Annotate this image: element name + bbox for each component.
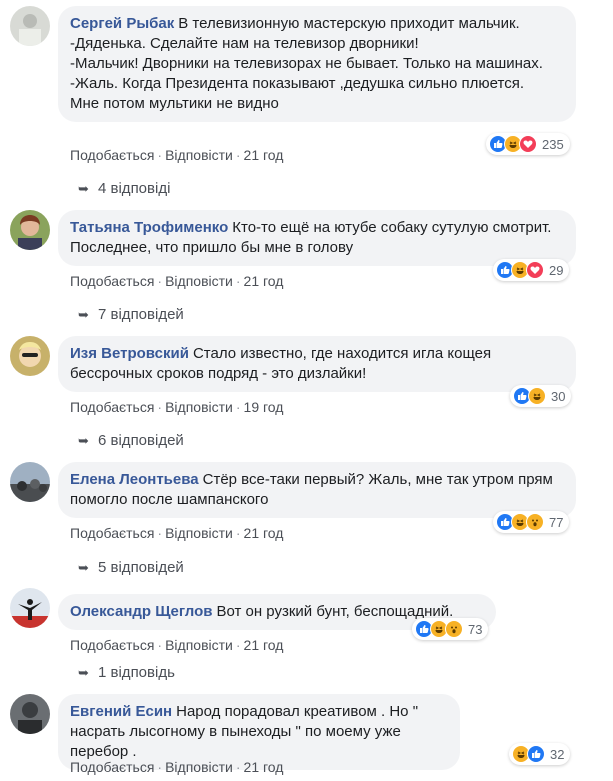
like-link[interactable]: Подобається <box>70 759 154 775</box>
timestamp[interactable]: 21 год <box>244 759 284 775</box>
avatar[interactable] <box>10 210 50 250</box>
comment-author[interactable]: Олександр Щеглов <box>70 603 212 620</box>
reply-link[interactable]: Відповісти <box>165 147 233 163</box>
comment-actions: Подобається · Відповісти · 21 год <box>70 636 283 654</box>
reaction-count: 29 <box>549 262 564 278</box>
comment-actions: Подобається · Відповісти · 21 год <box>70 146 283 164</box>
wow-reaction-icon <box>526 513 544 531</box>
comment-author[interactable]: Татьяна Трофименко <box>70 219 228 236</box>
comment-actions: Подобається · Відповісти · 21 год <box>70 758 283 776</box>
view-replies-link[interactable]: ➥ 4 відповіді <box>78 179 170 199</box>
reaction-count: 73 <box>468 621 483 637</box>
replies-count-label[interactable]: 4 відповіді <box>98 180 170 197</box>
comment-author[interactable]: Елена Леонтьева <box>70 471 199 488</box>
separator: · <box>235 637 241 653</box>
separator: · <box>157 273 163 289</box>
timestamp[interactable]: 21 год <box>244 637 284 653</box>
comment-bubble: Елена Леонтьева Стёр все-таки первый? Жал… <box>58 462 576 518</box>
like-link[interactable]: Подобається <box>70 637 154 653</box>
reaction-count: 235 <box>542 136 564 152</box>
view-replies-link[interactable]: ➥ 7 відповідей <box>78 305 184 325</box>
separator: · <box>157 147 163 163</box>
reaction-count: 32 <box>550 746 565 762</box>
comment-actions: Подобається · Відповісти · 21 год <box>70 524 283 542</box>
reply-arrow-icon: ➥ <box>78 181 89 196</box>
timestamp[interactable]: 19 год <box>244 399 284 415</box>
reply-arrow-icon: ➥ <box>78 665 89 680</box>
reaction-summary[interactable]: 32 <box>509 743 571 765</box>
reply-link[interactable]: Відповісти <box>165 525 233 541</box>
comment-bubble: Изя Ветровский Стало известно, где находи… <box>58 336 576 392</box>
timestamp[interactable]: 21 год <box>244 525 284 541</box>
separator: · <box>157 399 163 415</box>
timestamp[interactable]: 21 год <box>244 147 284 163</box>
like-reaction-icon <box>527 745 545 763</box>
separator: · <box>157 637 163 653</box>
love-reaction-icon <box>519 135 537 153</box>
reaction-summary[interactable]: 73 <box>412 618 489 640</box>
replies-count-label[interactable]: 5 відповідей <box>98 559 184 576</box>
avatar[interactable] <box>10 336 50 376</box>
reply-link[interactable]: Відповісти <box>165 759 233 775</box>
reply-arrow-icon: ➥ <box>78 307 89 322</box>
reply-link[interactable]: Відповісти <box>165 637 233 653</box>
haha-reaction-icon <box>528 387 546 405</box>
replies-count-label[interactable]: 1 відповідь <box>98 664 175 681</box>
separator: · <box>235 525 241 541</box>
view-replies-link[interactable]: ➥ 6 відповідей <box>78 431 184 451</box>
reply-arrow-icon: ➥ <box>78 560 89 575</box>
view-replies-link[interactable]: ➥ 5 відповідей <box>78 558 184 578</box>
separator: · <box>235 147 241 163</box>
reaction-summary[interactable]: 235 <box>486 133 570 155</box>
separator: · <box>235 273 241 289</box>
separator: · <box>235 399 241 415</box>
separator: · <box>157 759 163 775</box>
reaction-summary[interactable]: 30 <box>510 385 572 407</box>
reaction-count: 30 <box>551 388 566 404</box>
comment-author[interactable]: Изя Ветровский <box>70 345 189 362</box>
wow-reaction-icon <box>445 620 463 638</box>
like-link[interactable]: Подобається <box>70 525 154 541</box>
love-reaction-icon <box>526 261 544 279</box>
avatar[interactable] <box>10 588 50 628</box>
separator: · <box>235 759 241 775</box>
reaction-count: 77 <box>549 514 564 530</box>
comment-author[interactable]: Евгений Есин <box>70 703 172 720</box>
comment-actions: Подобається · Відповісти · 19 год <box>70 398 283 416</box>
reaction-summary[interactable]: 29 <box>493 259 570 281</box>
avatar[interactable] <box>10 694 50 734</box>
separator: · <box>157 525 163 541</box>
like-link[interactable]: Подобається <box>70 399 154 415</box>
reply-arrow-icon: ➥ <box>78 433 89 448</box>
comment-text: Вот он рузкий бунт, беспощадний. <box>216 603 454 620</box>
like-link[interactable]: Подобається <box>70 147 154 163</box>
comment-actions: Подобається · Відповісти · 21 год <box>70 272 283 290</box>
replies-count-label[interactable]: 6 відповідей <box>98 432 184 449</box>
reaction-summary[interactable]: 77 <box>493 511 570 533</box>
comment-bubble: Сергей Рыбак В телевизионную мастерскую п… <box>58 6 576 122</box>
reply-link[interactable]: Відповісти <box>165 399 233 415</box>
avatar[interactable] <box>10 462 50 502</box>
like-link[interactable]: Подобається <box>70 273 154 289</box>
comment-bubble: Татьяна Трофименко Кто-то ещё на ютубе со… <box>58 210 576 266</box>
avatar[interactable] <box>10 6 50 46</box>
reply-link[interactable]: Відповісти <box>165 273 233 289</box>
timestamp[interactable]: 21 год <box>244 273 284 289</box>
replies-count-label[interactable]: 7 відповідей <box>98 306 184 323</box>
comment-author[interactable]: Сергей Рыбак <box>70 15 174 32</box>
view-replies-link[interactable]: ➥ 1 відповідь <box>78 663 175 683</box>
